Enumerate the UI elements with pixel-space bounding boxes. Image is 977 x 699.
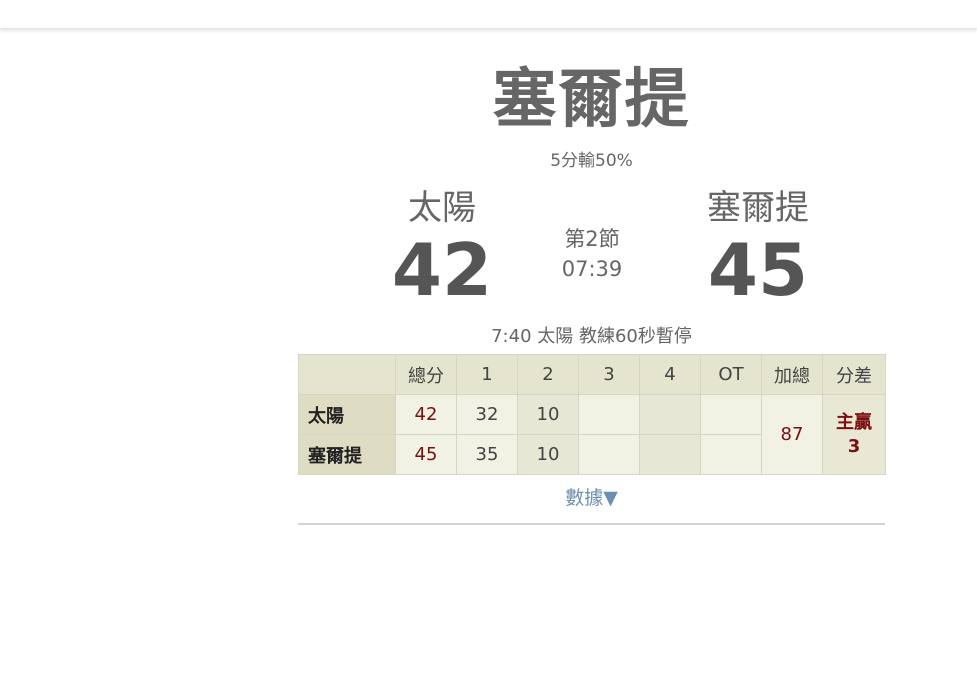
column-header: 3 [578, 354, 640, 395]
home-team-name: 塞爾提 [707, 188, 809, 228]
column-header: 加總 [761, 354, 823, 395]
column-header: 2 [517, 354, 579, 395]
row-q4 [639, 434, 701, 475]
margin-label: 主贏 [836, 411, 872, 433]
row-ot [700, 434, 762, 475]
row-team-name: 塞爾提 [298, 434, 396, 475]
table-row: 太陽 42 32 10 87 主贏 3 [298, 394, 886, 475]
column-header [298, 354, 396, 395]
row-q4 [639, 394, 701, 435]
margin-value: 3 [847, 435, 861, 457]
column-header: 4 [639, 354, 701, 395]
away-team-name: 太陽 [408, 188, 476, 228]
column-header: 1 [456, 354, 518, 395]
column-header: OT [700, 354, 762, 395]
row-q2: 10 [517, 434, 579, 475]
headline: 塞爾提 [492, 63, 691, 137]
row-total: 42 [395, 394, 457, 435]
column-header: 總分 [395, 354, 457, 395]
row-ot [700, 394, 762, 435]
score-margin: 主贏 3 [822, 394, 886, 475]
away-team: 太陽 42 [362, 186, 522, 308]
top-bar [0, 0, 977, 29]
row-q3 [578, 434, 640, 475]
divider [298, 523, 885, 525]
row-q1: 35 [456, 434, 518, 475]
period-label: 第2節 [564, 227, 620, 251]
scoreboard: 太陽 42 第2節 07:39 塞爾提 45 [298, 186, 885, 316]
combined-total: 87 [761, 394, 823, 475]
row-q2: 10 [517, 394, 579, 435]
game-status: 第2節 07:39 [522, 224, 662, 284]
home-team-score: 45 [707, 228, 809, 312]
last-play: 7:40 太陽 教練60秒暫停 [491, 326, 692, 347]
away-team-score: 42 [391, 228, 493, 312]
game-clock: 07:39 [561, 257, 623, 281]
row-team-name: 太陽 [298, 394, 396, 435]
game-panel: 塞爾提 5分輸50% 太陽 42 第2節 07:39 塞爾提 45 7:40 太… [298, 60, 886, 525]
row-q1: 32 [456, 394, 518, 435]
subline: 5分輸50% [550, 151, 633, 171]
row-q3 [578, 394, 640, 435]
home-team: 塞爾提 45 [678, 186, 838, 308]
box-score-table: 總分 1 2 3 4 OT 加總 分差 太陽 42 32 10 87 主贏 3 … [298, 354, 886, 475]
column-header: 分差 [822, 354, 886, 395]
stats-toggle-link[interactable]: 數據▼ [298, 483, 885, 509]
row-total: 45 [395, 434, 457, 475]
table-header-row: 總分 1 2 3 4 OT 加總 分差 [298, 354, 886, 395]
